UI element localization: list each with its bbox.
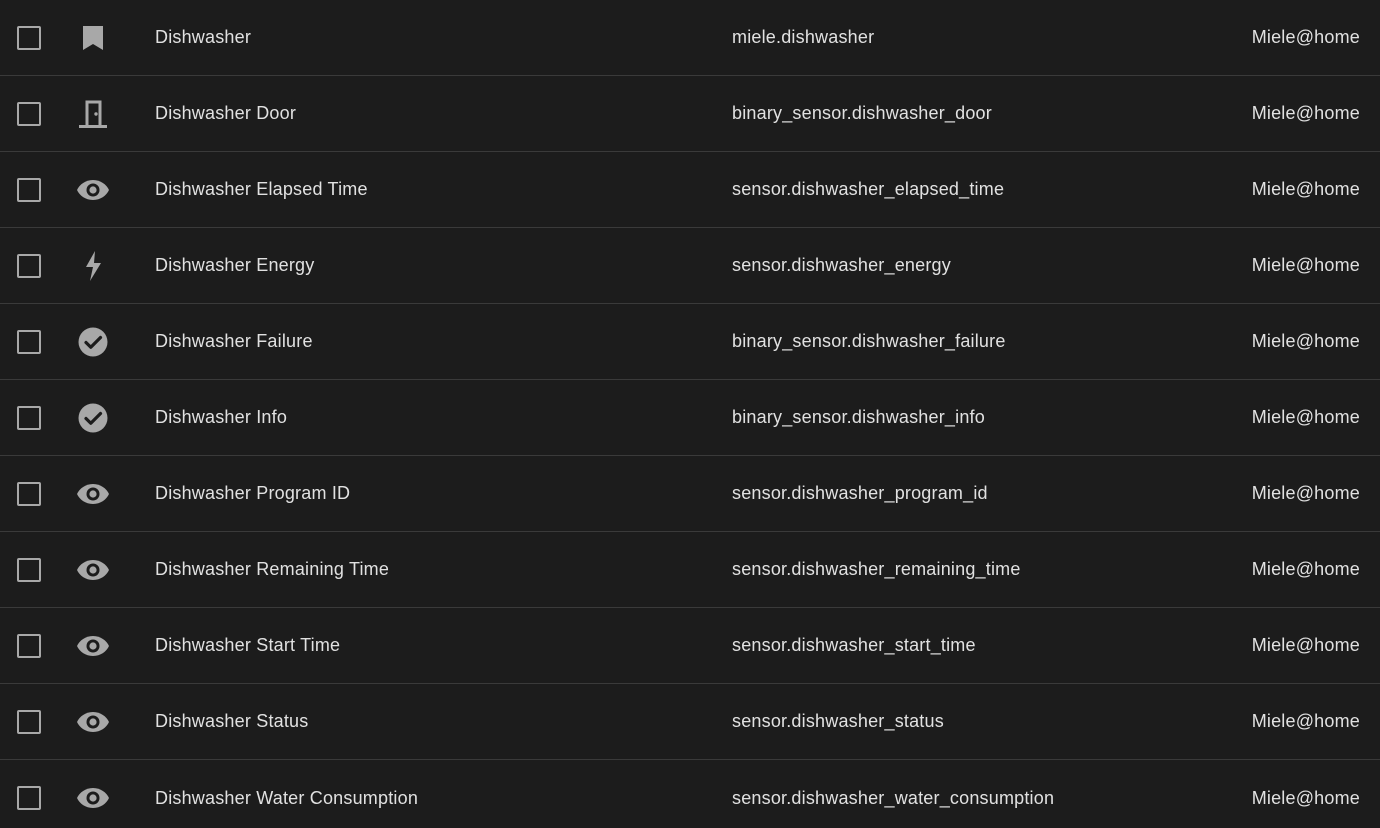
- table-row[interactable]: Dishwasher Start Time sensor.dishwasher_…: [0, 608, 1380, 684]
- row-checkbox[interactable]: [17, 329, 41, 354]
- entity-integration: Miele@home: [1251, 559, 1360, 579]
- table-row[interactable]: Dishwasher Energy sensor.dishwasher_ener…: [0, 228, 1380, 304]
- entity-name: Dishwasher: [155, 27, 252, 47]
- entity-integration: Miele@home: [1251, 255, 1360, 275]
- door-icon: [74, 95, 112, 133]
- table-row[interactable]: Dishwasher Elapsed Time sensor.dishwashe…: [0, 152, 1380, 228]
- row-checkbox[interactable]: [17, 709, 41, 734]
- table-row[interactable]: Dishwasher Remaining Time sensor.dishwas…: [0, 532, 1380, 608]
- eye-icon: [74, 703, 112, 741]
- table-row[interactable]: Dishwasher miele.dishwasher Miele@home: [0, 0, 1380, 76]
- entity-integration: Miele@home: [1251, 711, 1360, 731]
- entity-name: Dishwasher Program ID: [155, 483, 351, 503]
- entity-id: binary_sensor.dishwasher_info: [732, 407, 985, 427]
- entity-id: binary_sensor.dishwasher_door: [732, 103, 992, 123]
- row-checkbox[interactable]: [17, 253, 41, 278]
- table-row[interactable]: Dishwasher Status sensor.dishwasher_stat…: [0, 684, 1380, 760]
- entity-name: Dishwasher Status: [155, 711, 309, 731]
- eye-icon: [74, 627, 112, 665]
- entity-id: sensor.dishwasher_program_id: [732, 483, 988, 503]
- row-checkbox[interactable]: [17, 25, 41, 50]
- eye-icon: [74, 551, 112, 589]
- bookmark-icon: [74, 19, 112, 57]
- eye-icon: [74, 779, 112, 817]
- row-checkbox[interactable]: [17, 481, 41, 506]
- table-row[interactable]: Dishwasher Water Consumption sensor.dish…: [0, 760, 1380, 828]
- eye-icon: [74, 475, 112, 513]
- entity-name: Dishwasher Remaining Time: [155, 559, 390, 579]
- row-checkbox[interactable]: [17, 177, 41, 202]
- entity-id: sensor.dishwasher_energy: [732, 255, 951, 275]
- entity-integration: Miele@home: [1251, 103, 1360, 123]
- entity-id: sensor.dishwasher_water_consumption: [732, 787, 1055, 808]
- row-checkbox[interactable]: [17, 405, 41, 430]
- entity-name: Dishwasher Water Consumption: [155, 787, 419, 808]
- entity-name: Dishwasher Energy: [155, 255, 315, 275]
- eye-icon: [74, 171, 112, 209]
- entity-name: Dishwasher Info: [155, 407, 288, 427]
- flash-icon: [74, 247, 112, 285]
- entity-id: sensor.dishwasher_elapsed_time: [732, 179, 1005, 199]
- check-circle-icon: [74, 323, 112, 361]
- entity-integration: Miele@home: [1251, 787, 1360, 808]
- entity-id: sensor.dishwasher_remaining_time: [732, 559, 1021, 579]
- table-row[interactable]: Dishwasher Info binary_sensor.dishwasher…: [0, 380, 1380, 456]
- entity-integration: Miele@home: [1251, 179, 1360, 199]
- row-checkbox[interactable]: [17, 633, 41, 658]
- entity-name: Dishwasher Start Time: [155, 635, 341, 655]
- entity-name: Dishwasher Elapsed Time: [155, 179, 368, 199]
- entity-integration: Miele@home: [1251, 635, 1360, 655]
- entity-id: binary_sensor.dishwasher_failure: [732, 331, 1006, 351]
- row-checkbox[interactable]: [17, 786, 41, 810]
- entity-integration: Miele@home: [1251, 27, 1360, 47]
- entity-name: Dishwasher Door: [155, 103, 297, 123]
- entity-id: sensor.dishwasher_status: [732, 711, 944, 731]
- row-checkbox[interactable]: [17, 557, 41, 582]
- table-row[interactable]: Dishwasher Door binary_sensor.dishwasher…: [0, 76, 1380, 152]
- entity-integration: Miele@home: [1251, 331, 1360, 351]
- table-row[interactable]: Dishwasher Failure binary_sensor.dishwas…: [0, 304, 1380, 380]
- entity-integration: Miele@home: [1251, 483, 1360, 503]
- entity-id: miele.dishwasher: [732, 27, 875, 47]
- entity-id: sensor.dishwasher_start_time: [732, 635, 976, 655]
- row-checkbox[interactable]: [17, 101, 41, 126]
- check-circle-icon: [74, 399, 112, 437]
- entity-name: Dishwasher Failure: [155, 331, 313, 351]
- table-row[interactable]: Dishwasher Program ID sensor.dishwasher_…: [0, 456, 1380, 532]
- entity-integration: Miele@home: [1251, 407, 1360, 427]
- entity-table: Dishwasher miele.dishwasher Miele@home D…: [0, 0, 1380, 828]
